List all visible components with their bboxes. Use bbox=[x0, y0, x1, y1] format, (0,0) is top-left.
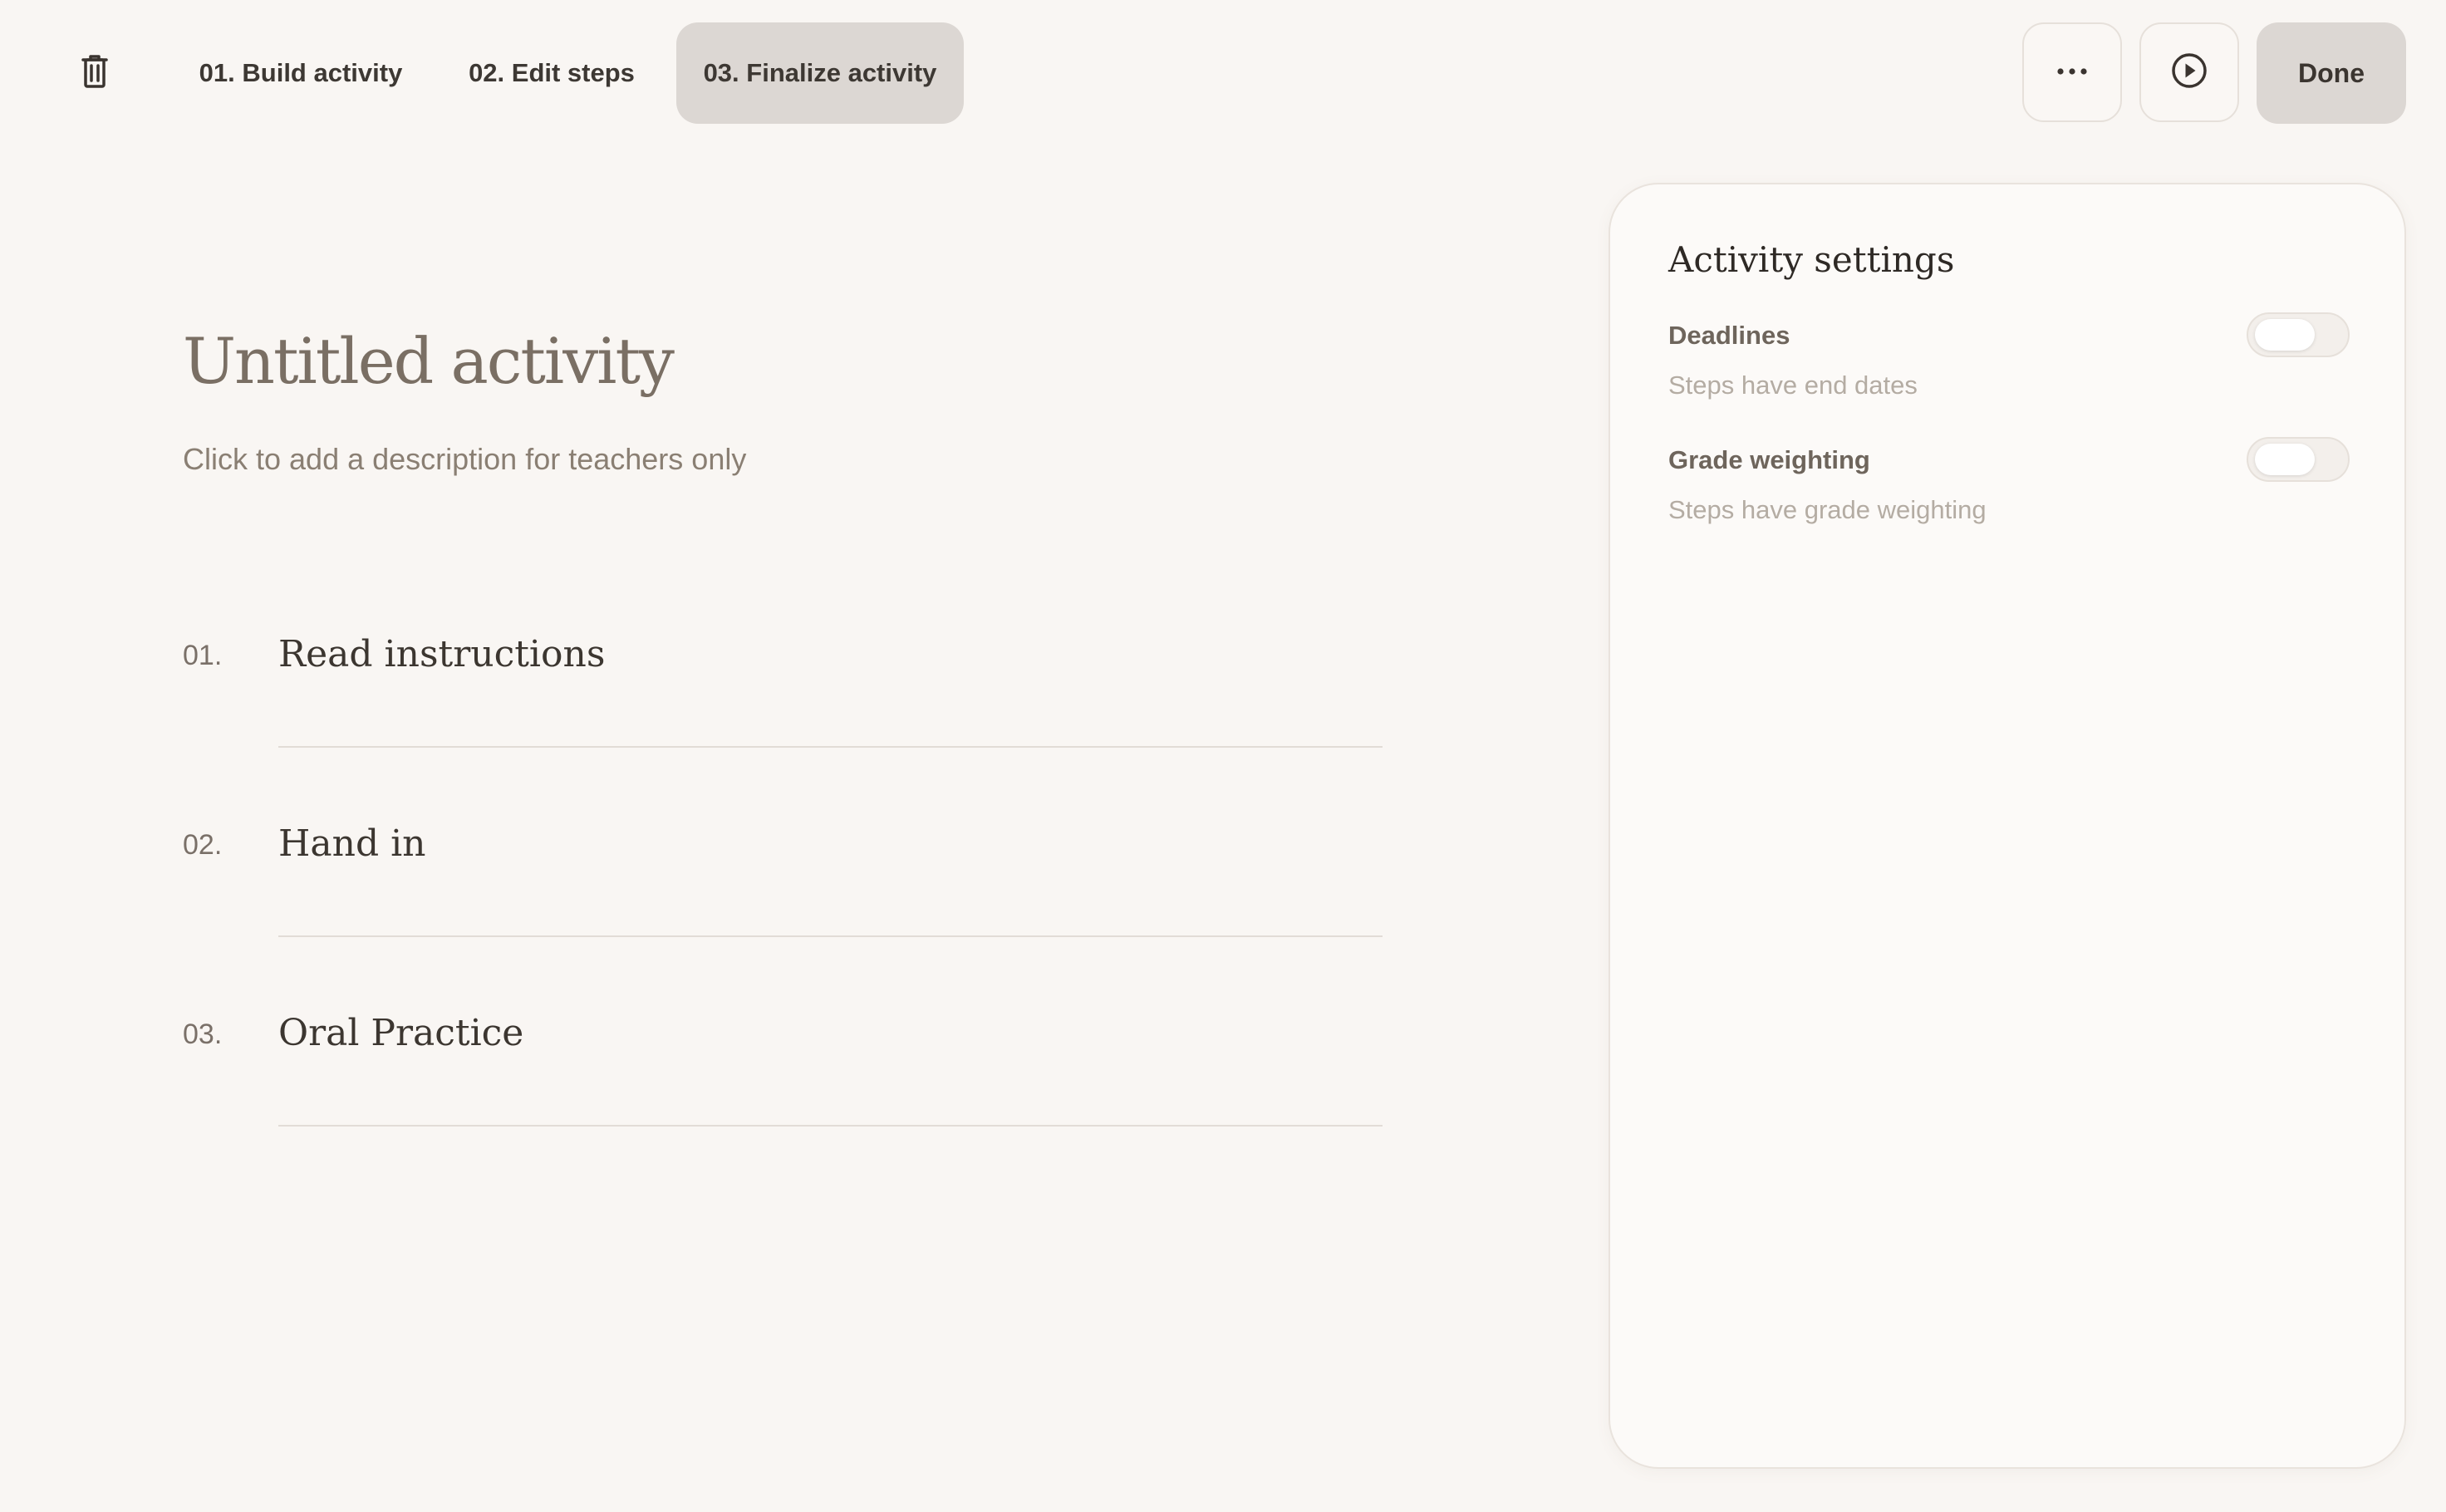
trash-icon bbox=[78, 53, 111, 94]
step-item[interactable]: 01. Read instructions bbox=[183, 615, 1383, 804]
tab-build-activity[interactable]: 01. Build activity bbox=[176, 22, 425, 124]
setting-label: Deadlines bbox=[1668, 321, 1790, 350]
play-circle-icon bbox=[2170, 52, 2208, 94]
divider bbox=[278, 746, 1383, 748]
ellipsis-icon bbox=[2056, 65, 2089, 80]
step-item[interactable]: 03. Oral Practice bbox=[183, 994, 1383, 1183]
toggle-knob bbox=[2255, 444, 2315, 475]
divider bbox=[278, 1125, 1383, 1127]
step-number: 02. bbox=[183, 829, 223, 861]
step-number: 01. bbox=[183, 640, 223, 671]
step-title: Hand in bbox=[278, 822, 426, 865]
step-number: 03. bbox=[183, 1019, 223, 1050]
setting-description: Steps have end dates bbox=[1668, 371, 1918, 400]
step-title: Oral Practice bbox=[278, 1012, 524, 1054]
activity-settings-panel: Activity settings Deadlines Steps have e… bbox=[1609, 183, 2406, 1469]
setting-label: Grade weighting bbox=[1668, 445, 1870, 474]
deadlines-toggle[interactable] bbox=[2247, 312, 2350, 357]
activity-description-field[interactable]: Click to add a description for teachers … bbox=[183, 442, 746, 477]
more-options-button[interactable] bbox=[2022, 22, 2122, 122]
steps-list: 01. Read instructions 02. Hand in 03. Or… bbox=[183, 615, 1383, 1183]
activity-title[interactable]: Untitled activity bbox=[183, 324, 675, 398]
setting-description: Steps have grade weighting bbox=[1668, 495, 1987, 524]
toggle-knob bbox=[2255, 319, 2315, 351]
step-title: Read instructions bbox=[278, 633, 606, 675]
tab-finalize-activity[interactable]: 03. Finalize activity bbox=[676, 22, 964, 124]
preview-button[interactable] bbox=[2139, 22, 2239, 122]
top-bar: 01. Build activity 02. Edit steps 03. Fi… bbox=[0, 0, 2446, 146]
tab-edit-steps[interactable]: 02. Edit steps bbox=[437, 22, 666, 124]
divider bbox=[278, 935, 1383, 937]
panel-title: Activity settings bbox=[1668, 239, 1955, 280]
step-item[interactable]: 02. Hand in bbox=[183, 804, 1383, 994]
grade-weighting-toggle[interactable] bbox=[2247, 437, 2350, 482]
done-button[interactable]: Done bbox=[2257, 22, 2406, 124]
delete-activity-button[interactable] bbox=[66, 47, 123, 100]
